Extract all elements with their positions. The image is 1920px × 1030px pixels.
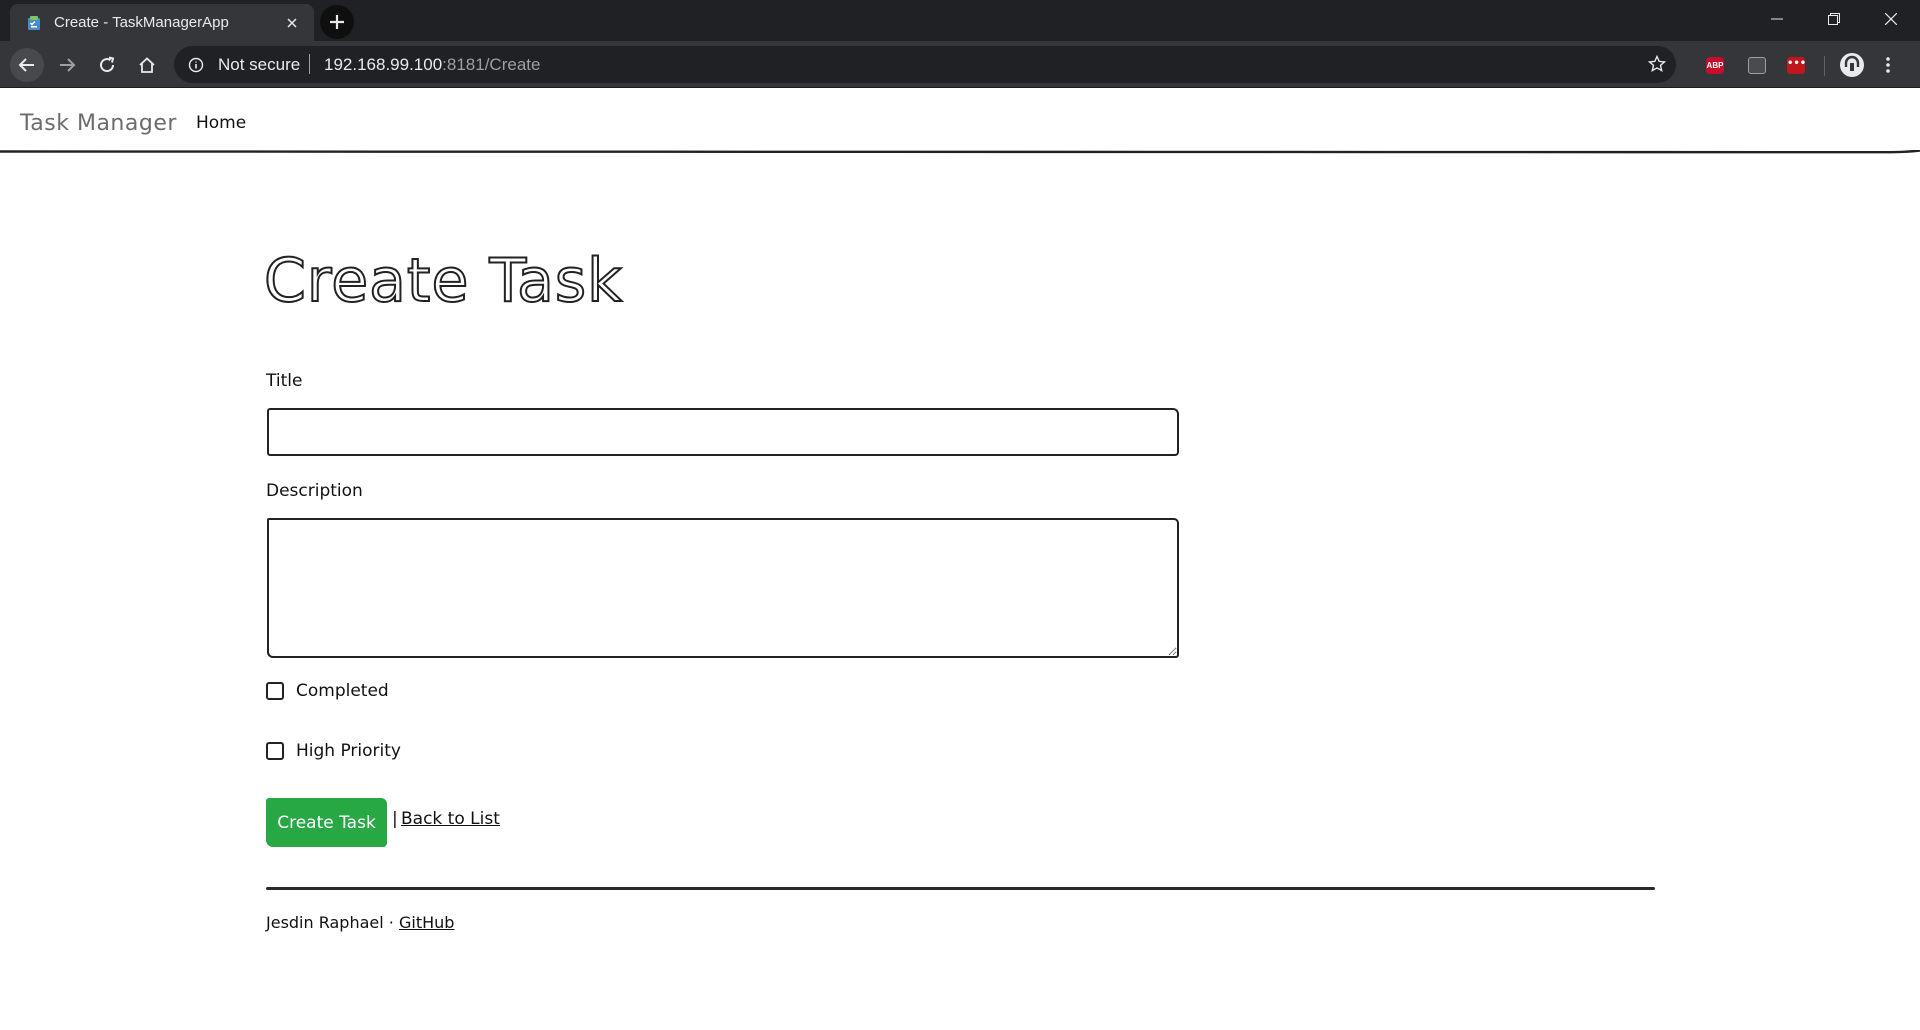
minimize-icon: [1771, 18, 1783, 20]
back-button[interactable]: [10, 48, 44, 82]
app-favicon-icon: [28, 16, 40, 30]
completed-checkbox[interactable]: [266, 682, 284, 700]
adblock-extension-icon[interactable]: ABP: [1706, 57, 1724, 74]
security-status[interactable]: Not secure: [218, 55, 300, 75]
url-path: :8181/Create: [442, 55, 541, 74]
toolbar-divider: [1824, 56, 1825, 76]
home-icon: [139, 57, 155, 73]
url-text[interactable]: 192.168.99.100:8181/Create: [324, 55, 540, 75]
close-window-button[interactable]: [1868, 4, 1914, 34]
new-tab-button[interactable]: [320, 5, 354, 39]
back-to-list-link[interactable]: Back to List: [401, 809, 500, 829]
forward-button[interactable]: [50, 48, 84, 82]
address-separator: [309, 54, 310, 74]
title-label: Title: [266, 371, 303, 391]
more-menu-icon[interactable]: [1882, 55, 1894, 75]
plus-icon: [330, 15, 344, 29]
browser-toolbar: Not secure 192.168.99.100:8181/Create AB…: [0, 41, 1920, 88]
arrow-right-icon: [60, 58, 76, 72]
profile-icon: [1841, 54, 1863, 76]
password-extension-icon[interactable]: •••: [1787, 57, 1806, 74]
restore-icon: [1828, 13, 1840, 25]
close-icon: [1885, 13, 1897, 25]
title-input[interactable]: [267, 408, 1179, 456]
reload-button[interactable]: [90, 48, 124, 82]
url-host: 192.168.99.100: [324, 55, 443, 74]
address-bar[interactable]: Not secure 192.168.99.100:8181/Create: [174, 46, 1676, 83]
arrow-left-icon: [18, 58, 34, 72]
high-priority-checkbox[interactable]: [266, 742, 284, 760]
profile-avatar[interactable]: [1840, 53, 1864, 77]
link-separator: |: [392, 809, 398, 829]
page-title: Create Task: [263, 245, 623, 317]
create-task-button[interactable]: Create Task: [266, 798, 387, 847]
navbar-underline: [0, 150, 1920, 154]
high-priority-label[interactable]: High Priority: [296, 741, 401, 761]
browser-tab[interactable]: Create - TaskManagerApp: [10, 4, 314, 41]
brand-link[interactable]: Task Manager: [20, 111, 177, 136]
footer: Jesdin Raphael · GitHub: [266, 913, 454, 932]
tab-title: Create - TaskManagerApp: [54, 14, 229, 31]
github-link[interactable]: GitHub: [399, 913, 454, 932]
footer-author: Jesdin Raphael: [266, 913, 384, 932]
description-textarea[interactable]: [267, 518, 1179, 658]
bookmark-star-icon[interactable]: [1648, 55, 1666, 73]
description-label: Description: [266, 481, 363, 501]
browser-tab-strip: Create - TaskManagerApp: [0, 0, 1920, 41]
restore-button[interactable]: [1811, 4, 1857, 34]
info-icon[interactable]: [188, 57, 204, 73]
footer-bullet: ·: [388, 913, 394, 932]
home-button[interactable]: [130, 48, 164, 82]
tab-close-icon[interactable]: [284, 15, 300, 31]
completed-label[interactable]: Completed: [296, 681, 389, 701]
minimize-button[interactable]: [1754, 4, 1800, 34]
lightbulb-extension-icon[interactable]: [1748, 57, 1766, 74]
nav-home-link[interactable]: Home: [196, 113, 246, 133]
footer-divider: [266, 887, 1655, 890]
reload-icon: [100, 56, 115, 73]
